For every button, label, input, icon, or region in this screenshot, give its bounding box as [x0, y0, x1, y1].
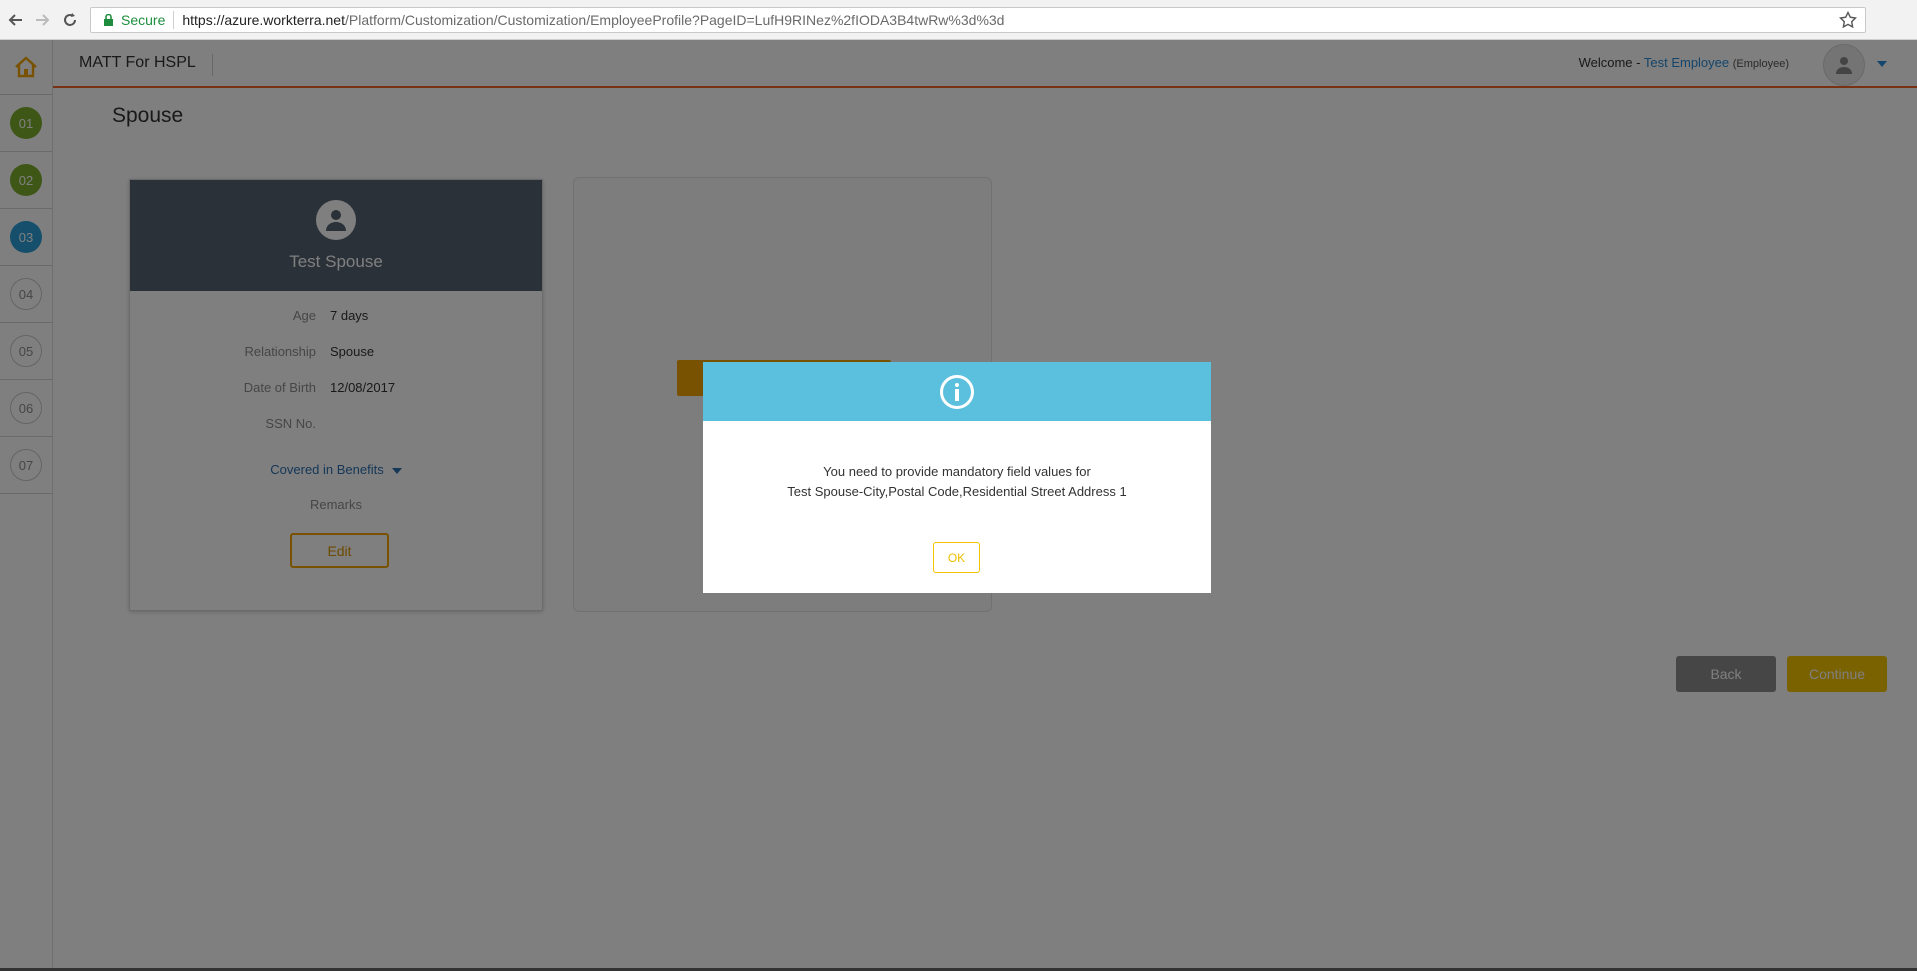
reload-icon[interactable]	[58, 8, 82, 32]
info-dialog: You need to provide mandatory field valu…	[703, 362, 1211, 593]
secure-label: Secure	[121, 12, 166, 28]
browser-toolbar: Secure https://azure.workterra.net /Plat…	[0, 0, 1917, 40]
back-arrow-icon[interactable]	[4, 8, 28, 32]
lock-icon	[101, 13, 115, 27]
bookmark-star-icon[interactable]	[1839, 10, 1857, 29]
info-icon	[940, 374, 974, 409]
ok-button[interactable]: OK	[933, 542, 980, 573]
address-bar[interactable]: Secure https://azure.workterra.net /Plat…	[90, 7, 1866, 33]
dialog-message-line-2: Test Spouse-City,Postal Code,Residential…	[787, 484, 1127, 499]
dialog-header	[703, 362, 1211, 421]
url-divider	[173, 11, 175, 29]
url-path: /Platform/Customization/Customization/Em…	[345, 12, 1005, 28]
dialog-message: You need to provide mandatory field valu…	[703, 462, 1211, 502]
forward-arrow-icon[interactable]	[30, 8, 54, 32]
dialog-message-line-1: You need to provide mandatory field valu…	[823, 464, 1091, 479]
url-host: https://azure.workterra.net	[182, 12, 345, 28]
